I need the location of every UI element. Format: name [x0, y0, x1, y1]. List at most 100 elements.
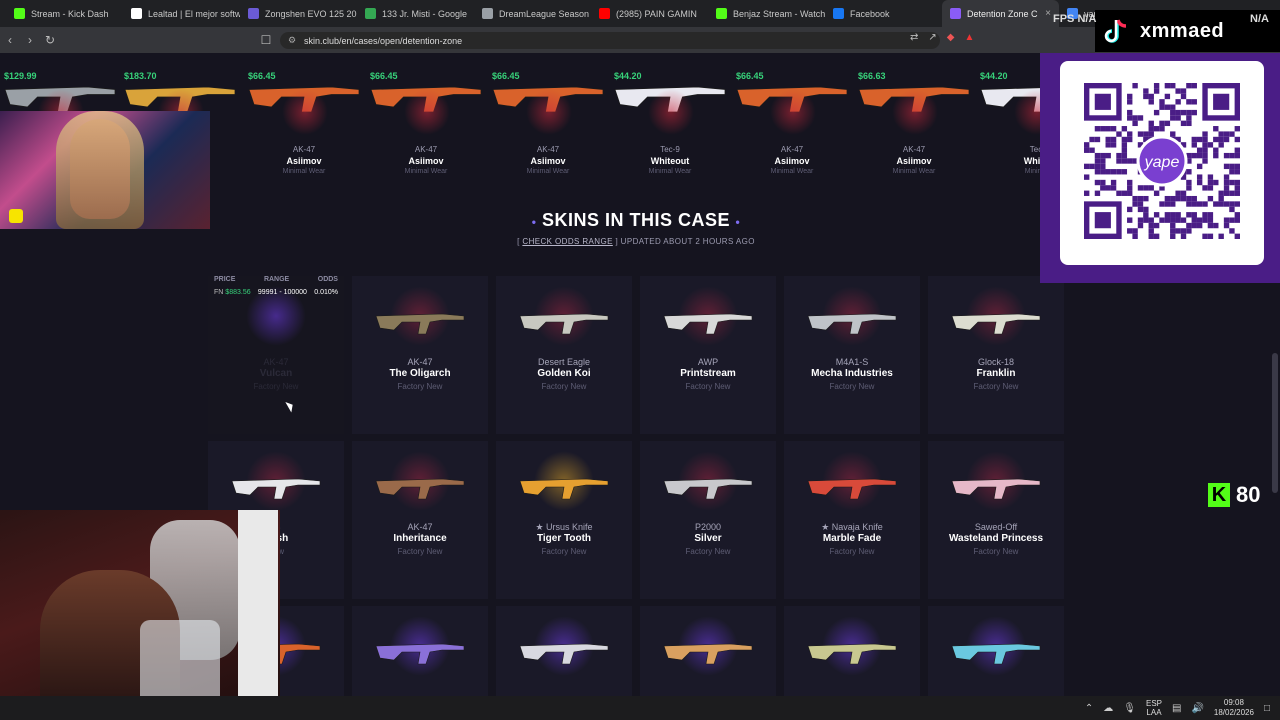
skin-weapon: Glock-18: [977, 357, 1014, 367]
bookmark-icon[interactable]: ☐: [256, 33, 276, 47]
skin-card[interactable]: M4A1-S Mecha Industries Factory New: [784, 276, 920, 434]
url-field[interactable]: ⚙ skin.club/en/cases/open/detention-zone: [280, 32, 940, 49]
browser-address-bar: ‹ › ↻ ☐ ⚙ skin.club/en/cases/open/detent…: [0, 27, 1280, 53]
skin-weapon: P2000: [694, 522, 722, 532]
extension-alert-icon[interactable]: ▲: [964, 32, 974, 43]
tab-favicon-icon: [599, 8, 610, 19]
tab-label: Benjaz Stream - Watch: [733, 8, 825, 19]
skin-card[interactable]: Sawed-Off Wasteland Princess Factory New: [928, 441, 1064, 599]
browser-tab[interactable]: Benjaz Stream - Watch: [708, 0, 825, 27]
recent-drop-item[interactable]: $66.45 AK-47 Asiimov Minimal Wear: [366, 67, 486, 177]
drop-weapon: AK-47: [414, 145, 438, 154]
skin-name: Printstream: [680, 368, 736, 379]
skin-card[interactable]: P2000 Silver Factory New: [640, 441, 776, 599]
browser-tab[interactable]: (2985) PAIN GAMIN: [591, 0, 708, 27]
skin-card[interactable]: ★ Navaja Knife Marble Fade Factory New: [784, 441, 920, 599]
drop-price: $66.63: [858, 71, 886, 81]
browser-tab[interactable]: 133 Jr. Misti - Google: [357, 0, 474, 27]
tiktok-icon: [1104, 19, 1127, 43]
recent-drop-item[interactable]: $66.63 AK-47 Asiimov Minimal Wear: [854, 67, 974, 177]
skin-card[interactable]: [928, 606, 1064, 696]
skin-weapon-icon: [375, 313, 465, 335]
language-indicator[interactable]: ESP LAA: [1146, 699, 1162, 717]
skin-card[interactable]: [640, 606, 776, 696]
skin-weapon-icon: [375, 643, 465, 665]
recent-drop-item[interactable]: $66.45 AK-47 Asiimov Minimal Wear: [732, 67, 852, 177]
snapchat-icon: [9, 209, 23, 223]
check-odds-range-link[interactable]: CHECK ODDS RANGE: [522, 237, 612, 246]
tab-favicon-icon: [950, 8, 961, 19]
skin-card[interactable]: AK-47 Inheritance Factory New: [352, 441, 488, 599]
skin-card[interactable]: ★ Ursus Knife Tiger Tooth Factory New: [496, 441, 632, 599]
share-icon[interactable]: ↗: [928, 32, 936, 43]
kick-viewer-count: 80: [1236, 482, 1261, 507]
odds-fn-label: FN: [214, 289, 224, 296]
tab-favicon-icon: [716, 8, 727, 19]
skin-card[interactable]: Glock-18 Franklin Factory New: [928, 276, 1064, 434]
skin-name: Marble Fade: [822, 533, 882, 544]
browser-tab[interactable]: Stream - Kick Dash: [6, 0, 123, 27]
drop-price: $44.20: [980, 71, 1008, 81]
skin-name: Inheritance: [393, 533, 447, 544]
skin-card[interactable]: AK-47 The Oligarch Factory New: [352, 276, 488, 434]
volume-icon[interactable]: 🔊: [1191, 703, 1203, 714]
os-taskbar: ⌃ ☁ 🎙 ESP LAA ▤ 🔊 09:08 18/02/2026 □: [0, 696, 1280, 720]
recent-drop-item[interactable]: $66.45 AK-47 Asiimov Minimal Wear: [488, 67, 608, 177]
site-info-icon[interactable]: ⚙: [288, 35, 296, 46]
network-icon[interactable]: ▤: [1172, 703, 1181, 714]
back-icon[interactable]: ‹: [0, 33, 20, 47]
title-dot-left: •: [531, 215, 537, 229]
recent-drop-item[interactable]: $44.20 Tec-9 Whiteout Minimal Wear: [610, 67, 730, 177]
browser-tab[interactable]: Zongshen EVO 125 20: [240, 0, 357, 27]
skin-weapon-icon: [519, 643, 609, 665]
cloud-icon[interactable]: ☁: [1103, 703, 1113, 714]
skin-quality: Factory New: [685, 547, 731, 556]
drop-skin-name: Asiimov: [530, 156, 566, 166]
odds-panel: PRICE RANGE ODDS FN $883.56 99991 - 100000 0.…: [214, 276, 338, 296]
drop-skin-name: Asiimov: [286, 156, 322, 166]
extension-shield-icon[interactable]: ◆: [947, 32, 955, 43]
skin-card[interactable]: Desert Eagle Golden Koi Factory New: [496, 276, 632, 434]
clock-time: 09:08: [1223, 698, 1244, 707]
skin-card[interactable]: [784, 606, 920, 696]
skin-weapon-icon: [519, 313, 609, 335]
translate-icon[interactable]: ⇄: [910, 32, 918, 43]
drop-skin-name: Asiimov: [896, 156, 932, 166]
clock-date: 18/02/2026: [1213, 708, 1254, 717]
tray-chevron-icon[interactable]: ⌃: [1085, 703, 1093, 714]
notifications-icon[interactable]: □: [1264, 703, 1270, 714]
page-scrollbar[interactable]: [1272, 353, 1278, 493]
close-tab-icon[interactable]: ×: [1045, 8, 1051, 19]
tab-label: DreamLeague Season: [499, 8, 590, 19]
browser-tab[interactable]: Facebook: [825, 0, 942, 27]
tab-label: Lealtad | El mejor softw: [148, 8, 240, 19]
browser-tab[interactable]: Detention Zone C ×: [942, 0, 1059, 27]
forward-icon[interactable]: ›: [20, 33, 40, 47]
title-dot-right: •: [735, 215, 741, 229]
skin-card[interactable]: [352, 606, 488, 696]
recent-drop-item[interactable]: $66.45 AK-47 Asiimov Minimal Wear: [244, 67, 364, 177]
webcam-overlay-top: [0, 111, 210, 229]
drop-price: $66.45: [248, 71, 276, 81]
drop-quality: Minimal Wear: [404, 168, 448, 175]
browser-tab[interactable]: DreamLeague Season: [474, 0, 591, 27]
drop-weapon: AK-47: [902, 145, 926, 154]
drop-glow: [770, 89, 816, 135]
skin-card[interactable]: AWP Printstream Factory New: [640, 276, 776, 434]
skin-quality: Factory New: [973, 547, 1019, 556]
skin-quality: Factory New: [829, 547, 875, 556]
clock[interactable]: 09:08 18/02/2026: [1214, 698, 1254, 718]
skin-weapon: AWP: [697, 357, 719, 367]
skin-quality: Factory New: [541, 382, 587, 391]
reload-icon[interactable]: ↻: [40, 33, 60, 47]
skin-weapon: ★ Ursus Knife: [535, 522, 593, 532]
drop-price: $44.20: [614, 71, 642, 81]
skin-card[interactable]: AK-47 Vulcan Factory New PRICE RANGE ODDS FN $…: [208, 276, 344, 434]
browser-tab[interactable]: Lealtad | El mejor softw: [123, 0, 240, 27]
mic-icon[interactable]: 🎙: [1123, 703, 1136, 714]
odds-header-cell: RANGE: [263, 276, 290, 283]
section-title-text: SKINS IN THIS CASE: [541, 210, 731, 230]
updated-text: ] UPDATED ABOUT 2 HOURS AGO: [615, 237, 755, 246]
odds-value: 0.010%: [314, 289, 338, 296]
skin-card[interactable]: [496, 606, 632, 696]
